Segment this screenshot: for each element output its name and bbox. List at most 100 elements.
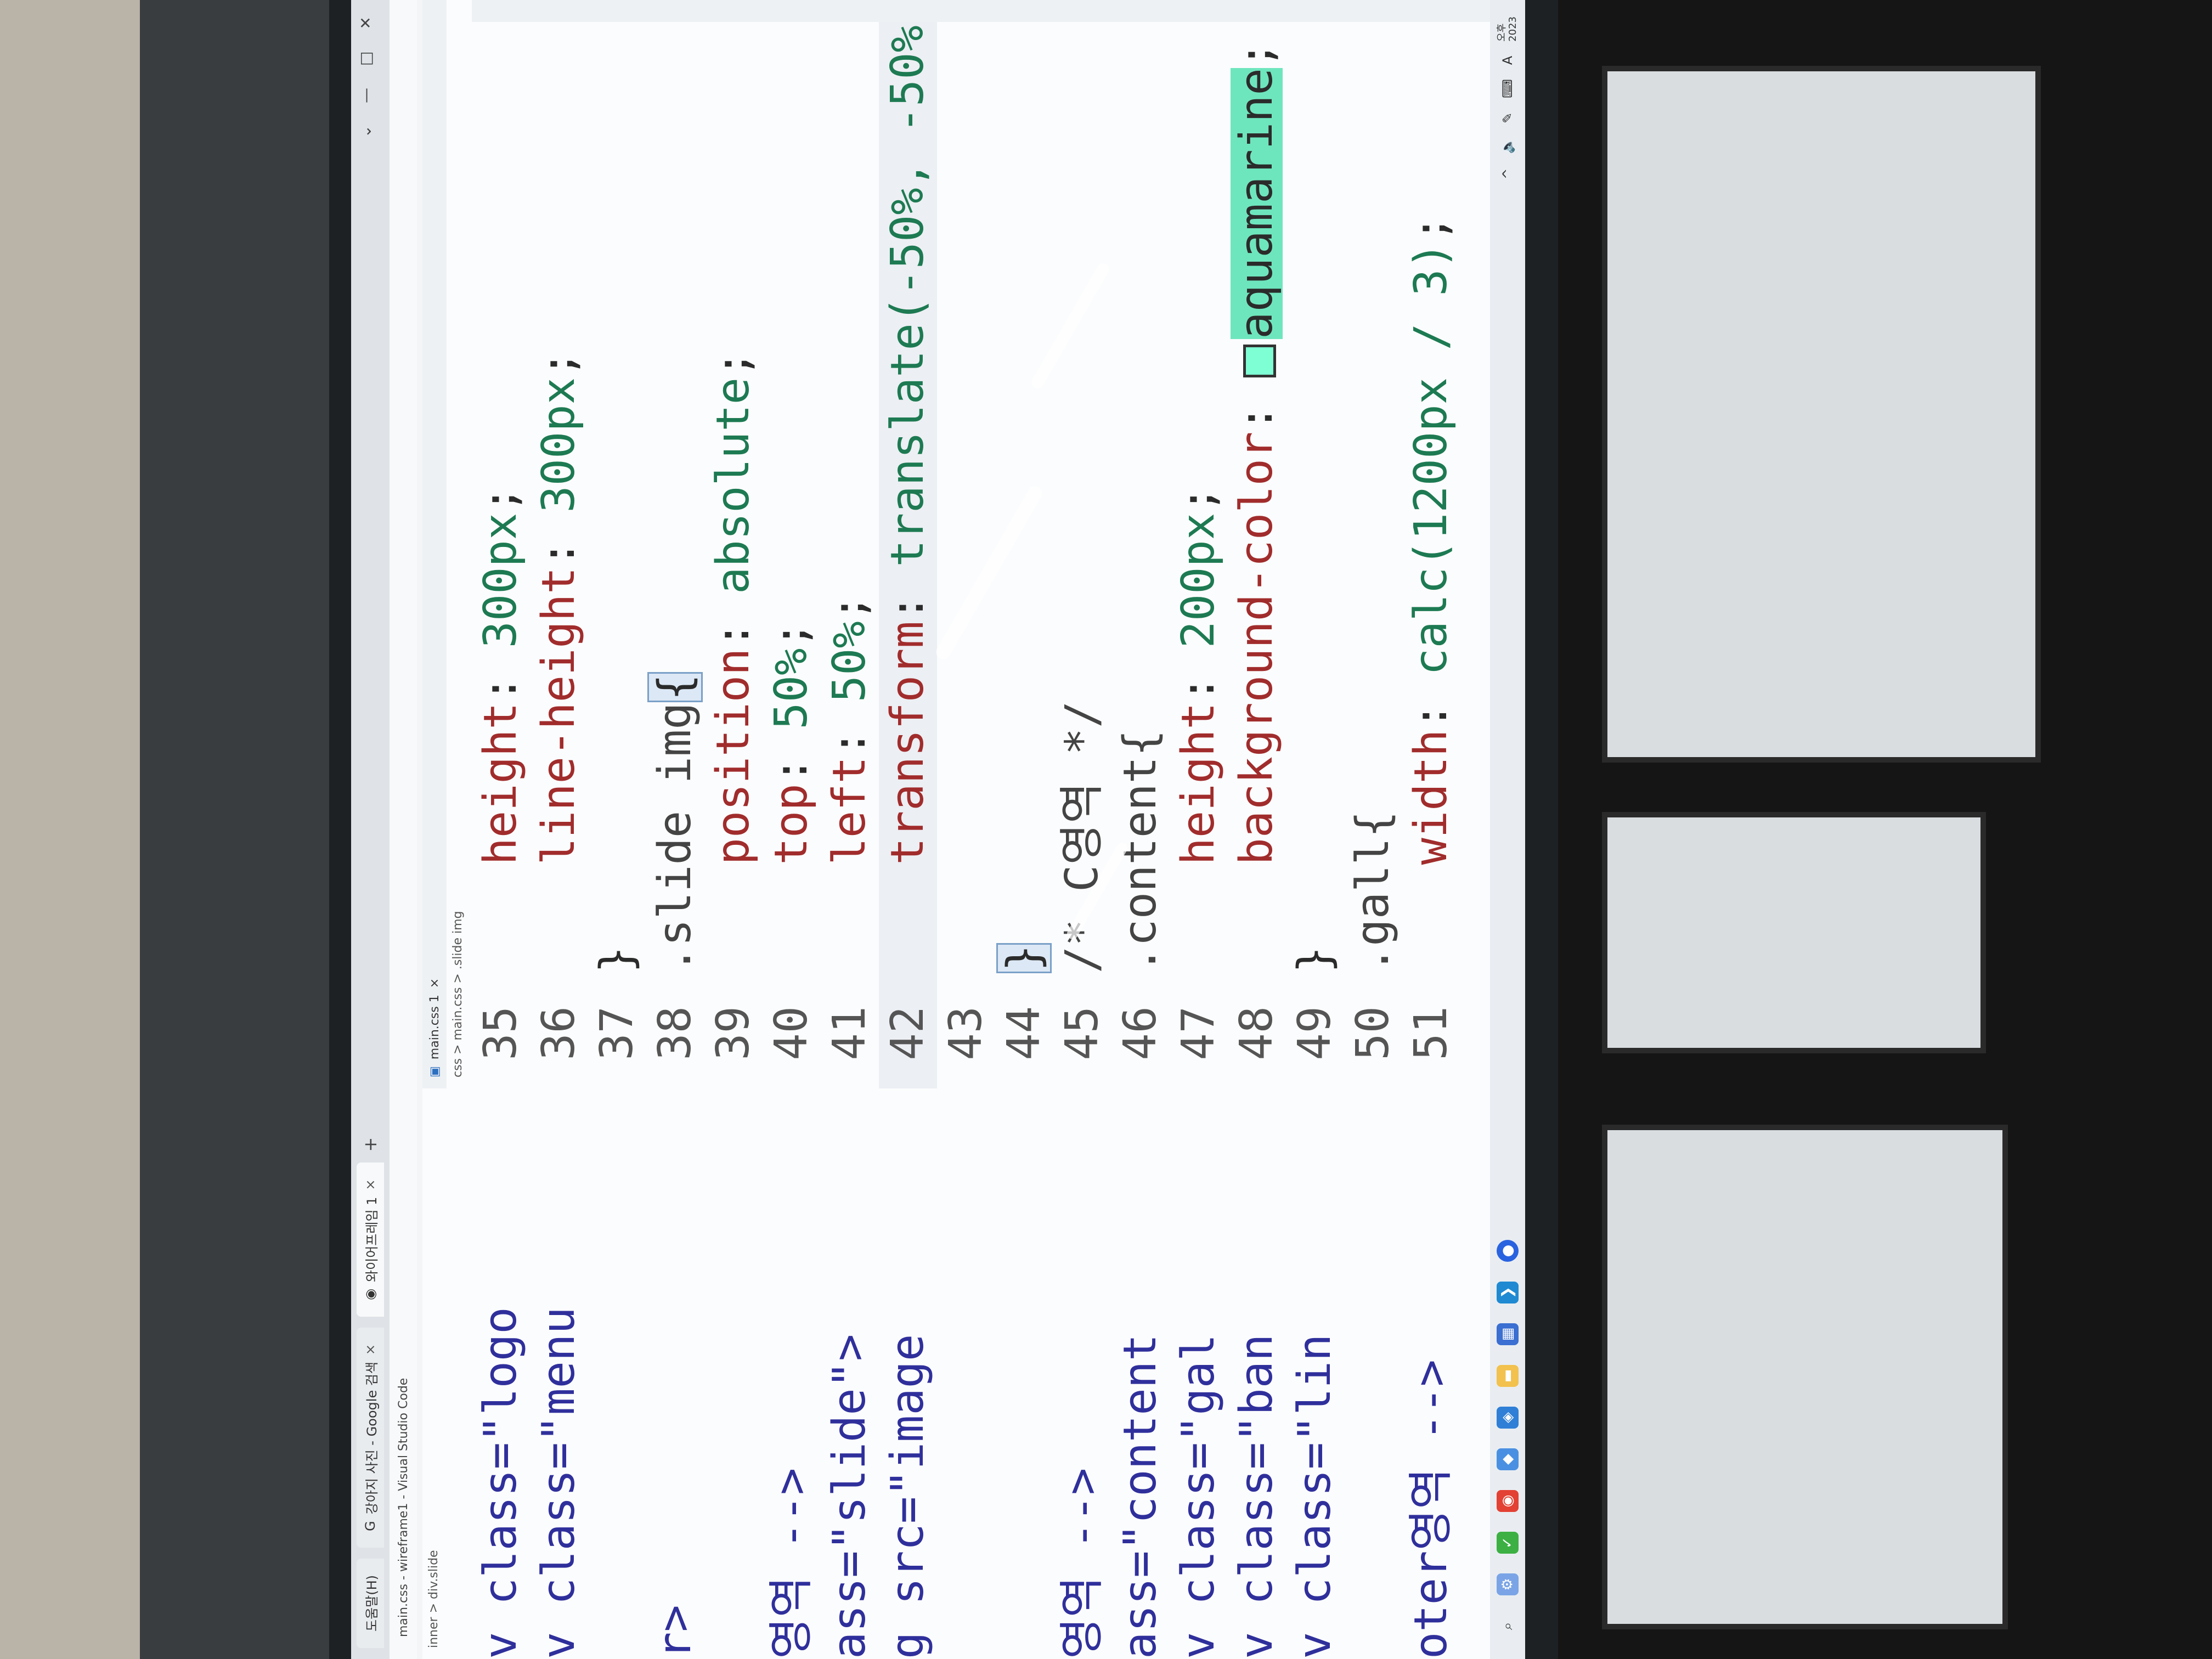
app-icon-2022[interactable]: ▦ [1497, 1323, 1519, 1345]
close-icon[interactable]: × [428, 978, 442, 988]
code-token: background-color [1231, 431, 1283, 865]
line-number: 36 [533, 1006, 585, 1060]
code-token: : [1231, 377, 1283, 432]
left-editor[interactable]: inner > div.slide v class="logo v class="… [422, 1087, 1509, 1659]
line-number: 47 [1172, 1006, 1224, 1060]
line-number: 37 [591, 1006, 643, 1060]
app-icon-round[interactable]: ● [1497, 1240, 1519, 1262]
code-line[interactable]: v class="menu [530, 1307, 588, 1659]
browser-tab-bar: 도움말(H) G 강아지 사진 - Google 검색 × ◉ 와이어프레임 1 × +… [351, 0, 390, 1659]
chevron-down-icon[interactable]: ⌄ [357, 125, 375, 138]
maximize-icon[interactable]: □ [357, 51, 375, 65]
code-line[interactable]: 37} [588, 0, 646, 1088]
code-line[interactable]: v class="lin [1286, 1307, 1344, 1659]
code-line[interactable]: 42 transform: translate(-50%, -50%); [879, 0, 937, 1088]
color-swatch[interactable] [1243, 344, 1276, 377]
keyboard-icon[interactable]: ⌨ [1500, 79, 1515, 98]
close-icon[interactable]: ✕ [357, 16, 375, 29]
google-icon: G [363, 1521, 378, 1531]
language-indicator[interactable]: A [1500, 56, 1515, 65]
window-pane-1 [1602, 66, 2041, 763]
close-icon[interactable]: × [363, 1179, 378, 1190]
vscode-icon[interactable]: ❯ [1497, 1282, 1519, 1304]
tab-help[interactable]: 도움말(H) [357, 1558, 384, 1648]
close-icon[interactable]: × [363, 1344, 378, 1355]
code-line[interactable]: 39 position: absolute; [704, 0, 763, 1088]
editor-tabs: ▣ main.css 1 × [422, 0, 447, 1088]
line-number: 44 [998, 1006, 1050, 1060]
code-token: absolute [707, 377, 759, 594]
tab-main-css[interactable]: main.css 1 [428, 995, 442, 1059]
code-line[interactable]: ass="slide"> [821, 1307, 879, 1659]
code-line[interactable]: 50 .gall{ [1344, 0, 1402, 1088]
line-number: 48 [1231, 1006, 1283, 1060]
app-icon-blue[interactable]: ◆ [1497, 1448, 1519, 1470]
window-controls: ⌄ — □ ✕ [357, 16, 375, 138]
code-line[interactable]: 영역 --> [1053, 1307, 1111, 1659]
tab-google-search[interactable]: G 강아지 사진 - Google 검색 × [357, 1327, 384, 1548]
right-editor[interactable]: ▣ main.css 1 × css > main.css > .slide i… [422, 0, 1509, 1088]
app-icon-gear[interactable]: ⚙ [1497, 1573, 1519, 1595]
code-line[interactable]: 49} [1286, 0, 1344, 1088]
chevron-up-icon[interactable]: ^ [1500, 168, 1515, 179]
app-icon-edge[interactable]: ◈ [1497, 1407, 1519, 1429]
photo-scene: 도움말(H) G 강아지 사진 - Google 검색 × ◉ 와이어프레임 1 × +… [0, 0, 2212, 1659]
monitor-screen: 도움말(H) G 강아지 사진 - Google 검색 × ◉ 와이어프레임 1 × +… [351, 0, 1525, 1659]
search-icon[interactable]: ⌕ [1497, 1615, 1519, 1637]
code-token: width [1405, 729, 1457, 865]
code-line[interactable] [1344, 1307, 1402, 1659]
code-token: aquamarine [1231, 68, 1283, 339]
minimize-icon[interactable]: — [357, 88, 375, 103]
minimap[interactable] [472, 0, 1509, 22]
code-line[interactable]: 48 background-color: aquamarine; [1228, 0, 1286, 1088]
code-line[interactable]: oter영역 --> [1402, 1307, 1460, 1659]
window-pane-2 [1602, 812, 1986, 1053]
code-line[interactable]: v class="logo [472, 1307, 530, 1659]
app-icon-green[interactable]: ✓ [1497, 1532, 1519, 1554]
code-line[interactable] [588, 1307, 646, 1659]
code-line[interactable]: 38 .slide img{ [646, 0, 704, 1088]
code-line[interactable] [704, 1307, 763, 1659]
code-line[interactable]: 51 width: calc(1200px / 3); [1402, 0, 1460, 1088]
line-number: 43 [940, 1006, 992, 1060]
code-token: : [882, 567, 934, 622]
code-line[interactable]: 40 top: 50%; [763, 0, 821, 1088]
code-token: translate(-50%, -50%) [882, 0, 934, 567]
tab-label: 와이어프레임 1 [364, 1197, 380, 1282]
code-line[interactable]: g src="image [879, 1307, 937, 1659]
code-line[interactable] [937, 1307, 995, 1659]
code-line[interactable]: v class="gal [1170, 1307, 1228, 1659]
right-code[interactable]: 35 height: 300px; 36 line-height: 300px; 3… [472, 0, 1460, 1088]
chrome-icon[interactable]: ◉ [1497, 1490, 1519, 1512]
system-tray: ^ 🔈 ✎ ⌨ A 오후 2023 [1496, 16, 1519, 179]
code-token: ; [707, 350, 759, 377]
code-line[interactable]: 47 height: 200px; [1170, 0, 1228, 1088]
code-line[interactable]: 영역 --> [763, 1307, 821, 1659]
code-line[interactable]: 46.content{ [1111, 0, 1170, 1088]
code-line[interactable]: 43 [937, 0, 995, 1088]
left-code[interactable]: v class="logo v class="menu r> 영역 --> ass=… [472, 1307, 1460, 1659]
code-token: line-height [533, 567, 585, 865]
new-tab-button[interactable]: + [360, 1137, 381, 1152]
code-line[interactable]: 36 line-height: 300px; [530, 0, 588, 1088]
code-line[interactable]: 41 left: 50%; [821, 0, 879, 1088]
code-token: : [823, 702, 876, 757]
code-token: height [1172, 702, 1224, 865]
code-line[interactable]: ass="content [1111, 1307, 1170, 1659]
ceiling-tiles [0, 0, 143, 1659]
speaker-icon[interactable]: 🔈 [1500, 138, 1515, 154]
tab-wireframe[interactable]: ◉ 와이어프레임 1 × [357, 1163, 384, 1317]
line-number: 40 [765, 1006, 817, 1060]
code-line[interactable] [995, 1307, 1053, 1659]
clock[interactable]: 오후 2023 [1496, 16, 1519, 42]
code-line[interactable]: v class="ban [1228, 1307, 1286, 1659]
line-number: 49 [1289, 1006, 1341, 1060]
pen-icon[interactable]: ✎ [1500, 112, 1515, 123]
code-line[interactable]: 35 height: 300px; [472, 0, 530, 1088]
folder-icon[interactable]: ▬ [1497, 1365, 1519, 1387]
code-line[interactable]: r> [646, 1307, 704, 1659]
code-token: { [647, 672, 703, 703]
tab-label: 도움말(H) [364, 1575, 380, 1632]
